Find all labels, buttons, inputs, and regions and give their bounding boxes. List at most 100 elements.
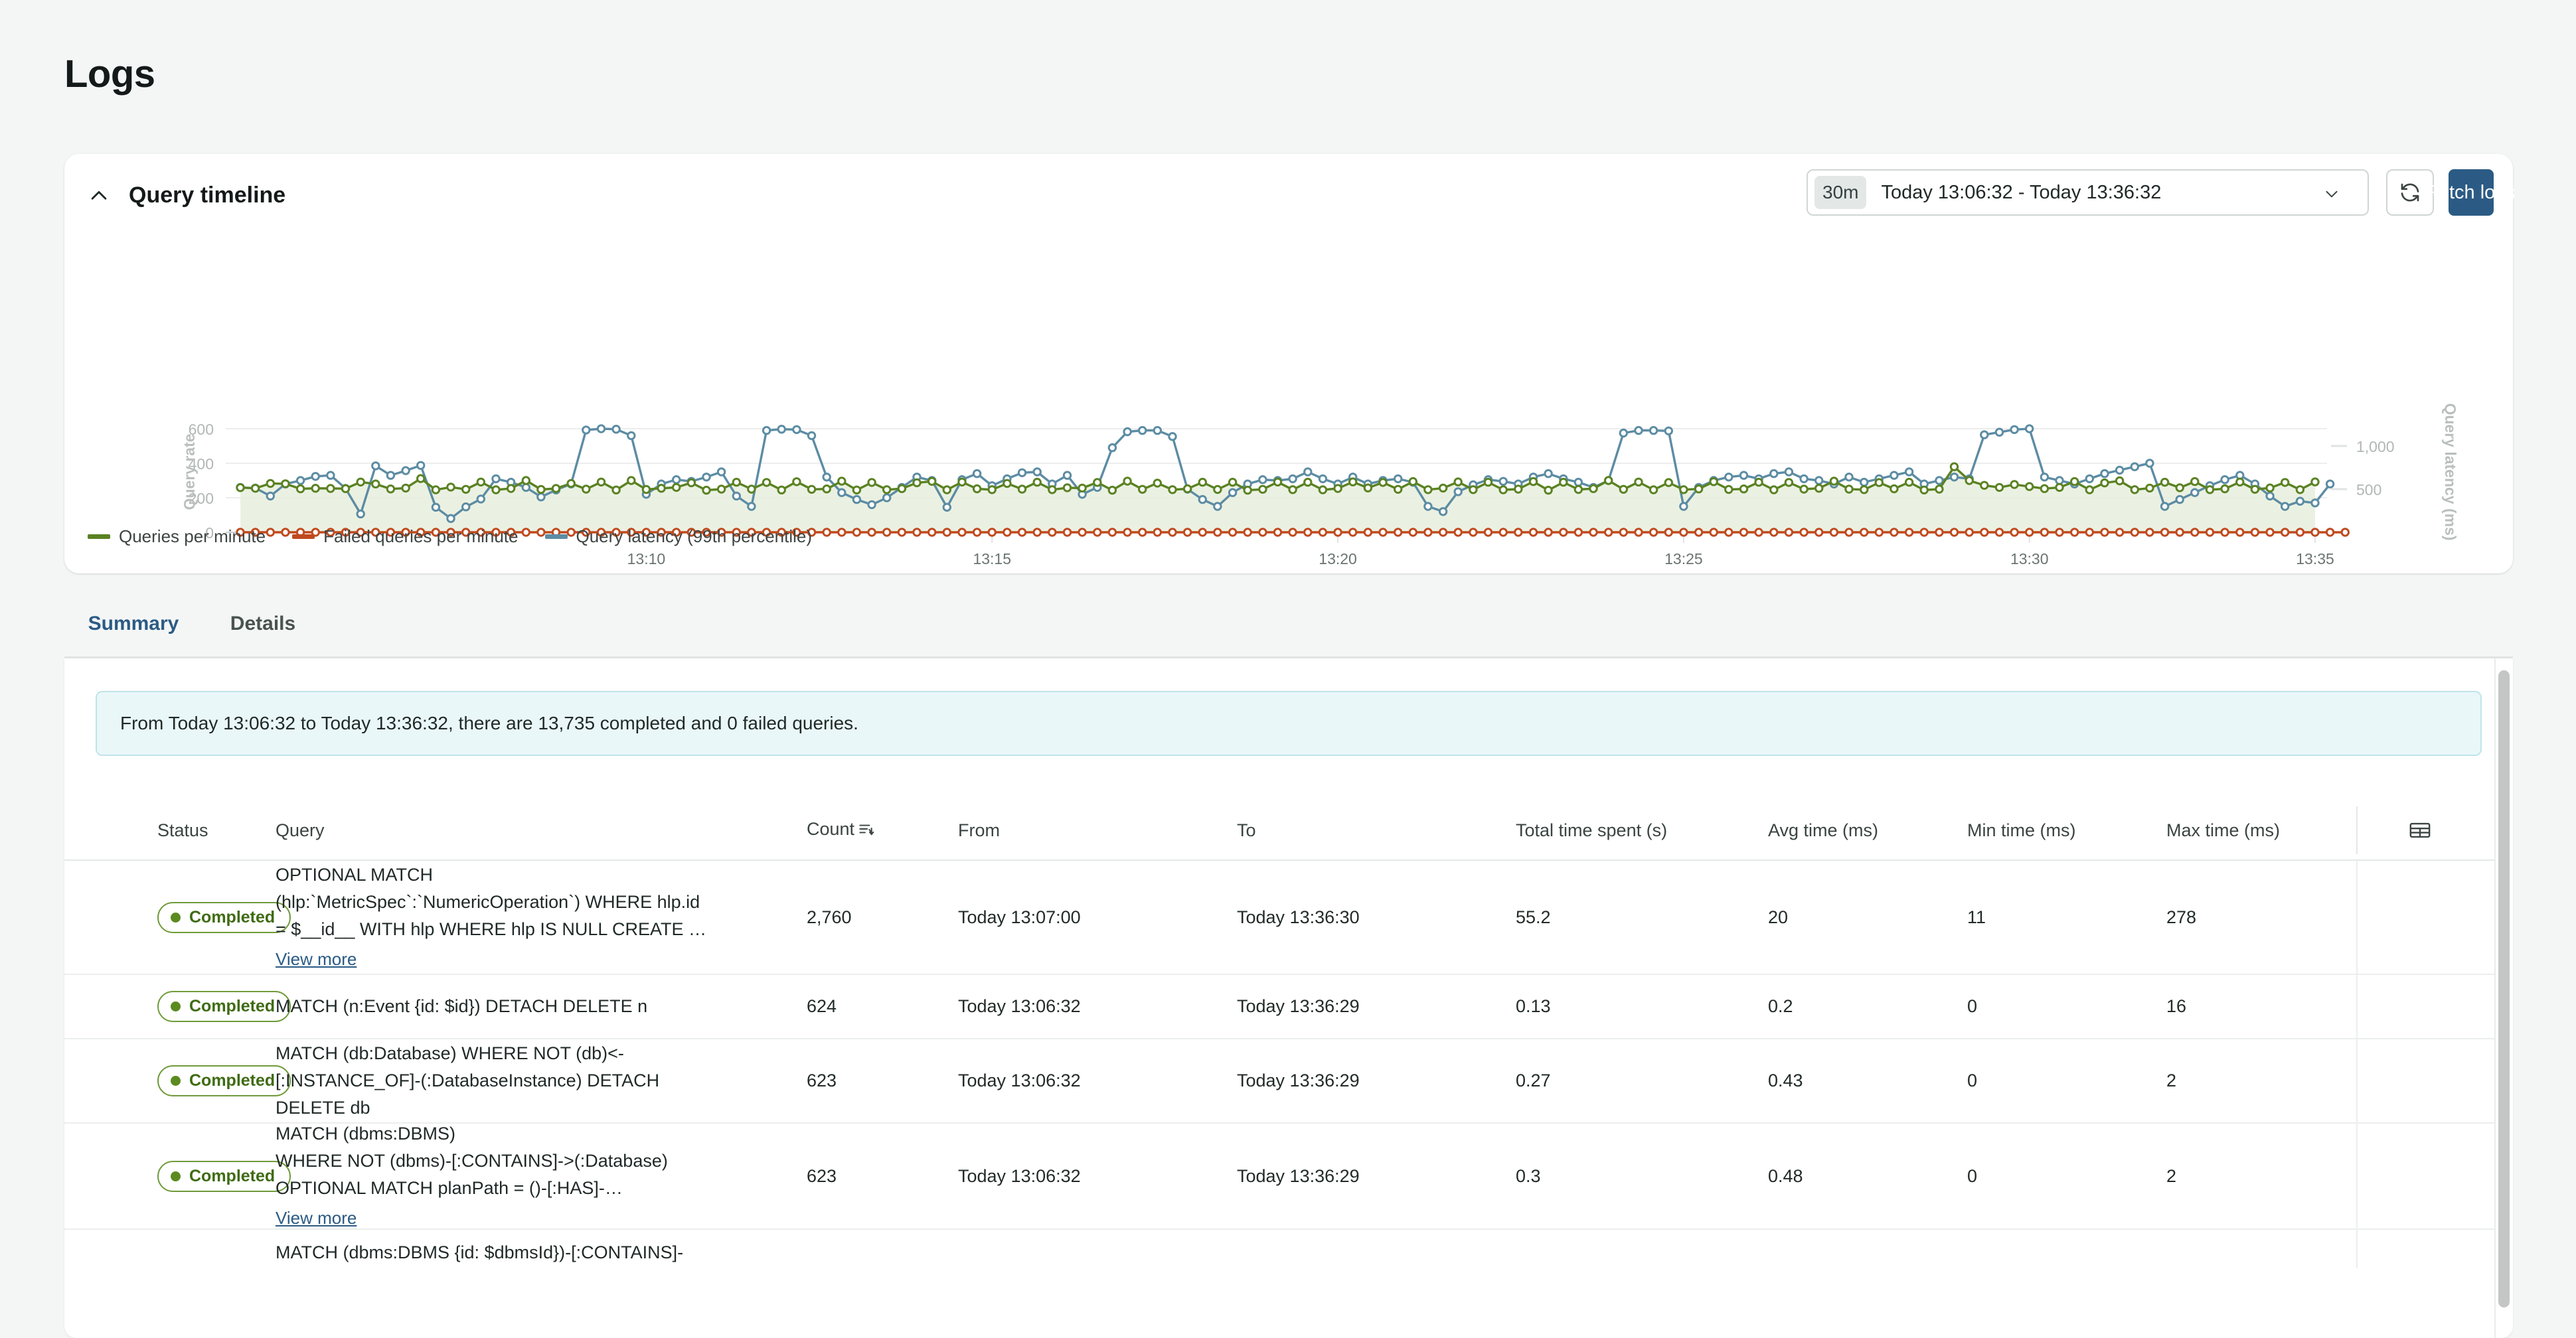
view-more-link[interactable]: View more: [276, 1205, 357, 1232]
range-duration-chip: 30m: [1814, 176, 1867, 209]
column-header-from[interactable]: From: [949, 820, 1228, 841]
min-time-cell: 0: [1967, 1071, 1978, 1090]
status-label: Completed: [189, 997, 276, 1015]
y2-axis-tick: 1,000: [2356, 438, 2395, 455]
status-cell: Completed: [64, 991, 291, 1022]
table-row[interactable]: Completed MATCH (dbms:DBMS) WHERE NOT (dbm…: [64, 1124, 2513, 1230]
query-cell: MATCH (dbms:DBMS) WHERE NOT (dbms)-[:CONT…: [266, 1120, 797, 1232]
status-dot-icon: [171, 1076, 181, 1086]
query-cell: OPTIONAL MATCH (hlp:`MetricSpec`:`Numeric…: [266, 861, 797, 973]
total-time-cell: 0.3: [1516, 1165, 1541, 1186]
query-cell: MATCH (db:Database) WHERE NOT (db)<- [:IN…: [266, 1040, 797, 1122]
query-line: WHERE NOT (dbms)-[:CONTAINS]->(:Database…: [276, 1151, 668, 1171]
to-cell: Today 13:36:29: [1237, 1071, 1360, 1090]
count-cell: 623: [807, 1071, 837, 1090]
tab-summary[interactable]: Summary: [64, 591, 202, 661]
legend-item[interactable]: Queries per minute: [88, 526, 266, 547]
tab-details[interactable]: Details: [202, 591, 323, 661]
table-columns-icon[interactable]: [2356, 806, 2482, 854]
x-axis-tick: 13:15: [973, 550, 1011, 567]
from-cell: Today 13:06:32: [958, 1165, 1081, 1186]
table-row[interactable]: MATCH (dbms:DBMS {id: $dbmsId})-[:CONTAI…: [64, 1230, 2513, 1270]
x-axis-tick: 13:30: [2010, 550, 2049, 567]
status-cell: Completed: [64, 901, 291, 933]
query-line: [:INSTANCE_OF]-(:DatabaseInstance) DETAC…: [276, 1071, 660, 1090]
column-header-count-label: Count: [807, 818, 855, 839]
query-cell: MATCH (n:Event {id: $id}) DETACH DELETE …: [266, 993, 797, 1020]
table-row[interactable]: Completed MATCH (n:Event {id: $id}) DETAC…: [64, 975, 2513, 1039]
column-header-total-time[interactable]: Total time spent (s): [1506, 820, 1759, 841]
legend-item[interactable]: Failed queries per minute: [292, 526, 519, 547]
y-axis-label: Query rate: [181, 433, 198, 510]
column-header-count[interactable]: Count: [797, 819, 949, 842]
from-cell: Today 13:06:32: [958, 996, 1081, 1016]
avg-time-cell: 0.43: [1768, 1071, 1803, 1090]
avg-time-cell: 0.2: [1768, 996, 1793, 1016]
legend-swatch-failed: [292, 534, 315, 539]
max-time-cell: 278: [2166, 907, 2197, 927]
chevron-down-icon: [2321, 185, 2342, 206]
column-header-to[interactable]: To: [1228, 820, 1506, 841]
status-cell: Completed: [64, 1160, 291, 1192]
chart-legend: Queries per minute Failed queries per mi…: [88, 526, 812, 547]
table-row[interactable]: Completed MATCH (db:Database) WHERE NOT (…: [64, 1039, 2513, 1124]
to-cell: Today 13:36:29: [1237, 996, 1360, 1016]
legend-label: Failed queries per minute: [323, 526, 519, 546]
table-row[interactable]: Completed OPTIONAL MATCH (hlp:`MetricSpec`…: [64, 861, 2513, 975]
column-header-max-time[interactable]: Max time (ms): [2157, 820, 2356, 841]
total-time-cell: 0.27: [1516, 1071, 1551, 1090]
summary-panel: From Today 13:06:32 to Today 13:36:32, t…: [64, 658, 2513, 1338]
query-timeline-card: 0 200 400 600 500 1,000 Query rate Query latenc…: [64, 154, 2513, 573]
summary-info-banner: From Today 13:06:32 to Today 13:36:32, t…: [96, 691, 2482, 756]
avg-time-cell: 20: [1768, 907, 1789, 927]
table-scrollbar[interactable]: [2496, 658, 2513, 1338]
column-header-status[interactable]: Status: [64, 820, 266, 841]
to-cell: Today 13:36:30: [1237, 907, 1360, 927]
view-more-link[interactable]: View more: [276, 946, 357, 973]
chevron-up-icon[interactable]: [88, 185, 110, 207]
sort-descending-icon[interactable]: [857, 820, 874, 842]
min-time-cell: 11: [1967, 907, 1986, 927]
row-actions-cell: [2356, 861, 2482, 974]
query-line: MATCH (dbms:DBMS): [276, 1124, 456, 1144]
max-time-cell: 2: [2166, 1165, 2177, 1186]
column-header-query[interactable]: Query: [266, 820, 797, 841]
column-header-avg-time[interactable]: Avg time (ms): [1759, 820, 1958, 841]
status-label: Completed: [189, 1166, 276, 1185]
query-line: MATCH (n:Event {id: $id}) DETACH DELETE …: [276, 996, 648, 1016]
date-range-selector[interactable]: 30m Today 13:06:32 - Today 13:36:32: [1807, 169, 2369, 216]
table-scrollbar-thumb[interactable]: [2498, 670, 2510, 1307]
x-axis-tick: 13:20: [1319, 550, 1357, 567]
query-line: MATCH (dbms:DBMS {id: $dbmsId})-[:CONTAI…: [276, 1242, 684, 1262]
query-line: = $__id__ WITH hlp WHERE hlp IS NULL CRE…: [276, 919, 706, 939]
x-axis-tick: 13:35: [2296, 550, 2334, 567]
row-actions-cell: [2356, 975, 2482, 1038]
status-cell: Completed: [64, 1065, 291, 1096]
legend-label: Query latency (99th percentile): [576, 526, 813, 546]
page-title: Logs: [64, 52, 155, 96]
y2-axis-tick: 500: [2356, 481, 2381, 498]
to-cell: Today 13:36:29: [1237, 1165, 1360, 1186]
table-header-row: Status Query Count From To Total time sp…: [64, 801, 2513, 861]
tab-bar: Summary Details: [64, 591, 2513, 661]
logs-page: Logs 0 200 400 600 500 1,000 Query rate Query l…: [0, 0, 2576, 1338]
query-line: MATCH (db:Database) WHERE NOT (db)<-: [276, 1043, 624, 1063]
column-header-min-time[interactable]: Min time (ms): [1958, 820, 2157, 841]
legend-item[interactable]: Query latency (99th percentile): [544, 526, 813, 547]
query-line: (hlp:`MetricSpec`:`NumericOperation`) WH…: [276, 892, 700, 912]
status-dot-icon: [171, 912, 181, 923]
count-cell: 2,760: [807, 907, 852, 927]
row-actions-cell: [2356, 1230, 2482, 1268]
status-dot-icon: [171, 1171, 181, 1181]
row-actions-cell: [2356, 1124, 2482, 1228]
table-body: Completed OPTIONAL MATCH (hlp:`MetricSpec`…: [64, 861, 2513, 1270]
min-time-cell: 0: [1967, 996, 1978, 1016]
x-axis-tick: 13:10: [627, 550, 666, 567]
queries-table: Status Query Count From To Total time sp…: [64, 801, 2513, 1270]
query-timeline-title: Query timeline: [129, 183, 286, 208]
max-time-cell: 16: [2166, 996, 2187, 1016]
from-cell: Today 13:07:00: [958, 907, 1081, 927]
y2-axis-label: Query latency (ms): [2442, 403, 2459, 540]
fetch-logs-button[interactable]: Fetch logs: [2427, 169, 2516, 216]
from-cell: Today 13:06:32: [958, 1071, 1081, 1090]
